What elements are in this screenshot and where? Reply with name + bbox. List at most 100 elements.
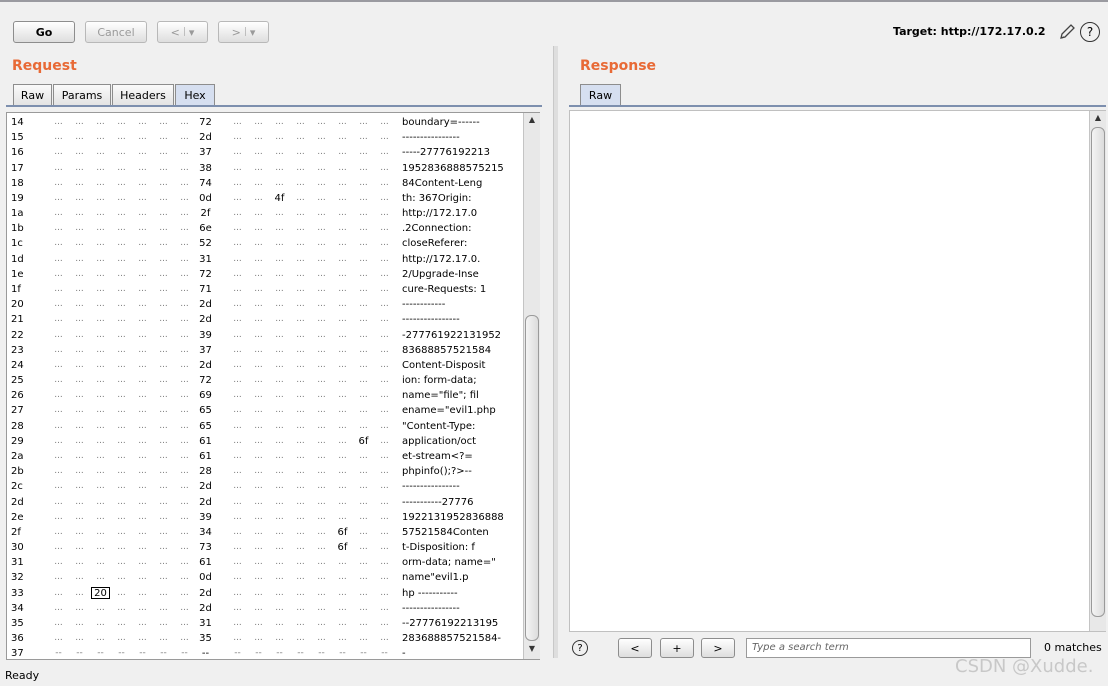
hex-cell[interactable]: ... [375,631,394,646]
hex-cell[interactable]: 74 [196,176,215,191]
hex-cell[interactable]: ... [333,282,352,297]
back-dropdown-icon[interactable]: ▾ [189,26,195,39]
hex-cell[interactable]: ... [228,343,247,358]
hex-cell[interactable]: ... [91,403,110,418]
hex-cell[interactable]: ... [291,161,310,176]
hex-cell[interactable]: ... [312,373,331,388]
hex-cell[interactable]: ... [112,267,131,282]
hex-cell[interactable]: ... [112,130,131,145]
hex-cell[interactable]: ... [133,115,152,130]
hex-cell[interactable]: ... [70,115,89,130]
hex-cell[interactable]: ... [354,161,373,176]
hex-cell[interactable]: -- [354,646,373,659]
hex-cell[interactable]: ... [133,328,152,343]
hex-cell[interactable]: -- [228,646,247,659]
edit-pencil-icon[interactable] [1058,22,1076,42]
response-scrollbar[interactable]: ▲ [1089,111,1106,631]
hex-cell[interactable]: 2d [196,586,215,601]
hex-cell[interactable]: ... [333,449,352,464]
hex-row[interactable]: 26..................... 69...............… [7,388,523,403]
hex-cell[interactable]: ... [175,312,194,327]
hex-cell[interactable]: ... [228,616,247,631]
hex-cell[interactable]: ... [312,267,331,282]
hex-cell[interactable]: ... [312,115,331,130]
hex-cell[interactable]: ... [91,191,110,206]
hex-cell[interactable]: ... [133,479,152,494]
hex-cell[interactable]: ... [270,161,289,176]
hex-cell[interactable]: ... [133,252,152,267]
response-scroll-thumb[interactable] [1091,127,1105,617]
hex-cell[interactable]: ... [228,206,247,221]
hex-cell[interactable]: ... [112,570,131,585]
hex-cell[interactable]: ... [333,464,352,479]
hex-cell[interactable]: ... [228,570,247,585]
hex-cell[interactable]: ... [354,297,373,312]
hex-cell[interactable]: ... [49,221,68,236]
hex-cell[interactable]: ... [228,419,247,434]
hex-cell[interactable]: ... [270,419,289,434]
hex-cell[interactable]: ... [91,145,110,160]
hex-cell[interactable]: ... [375,282,394,297]
hex-cell[interactable]: ... [70,601,89,616]
hex-cell[interactable]: ... [70,586,89,601]
hex-cell[interactable]: ... [112,297,131,312]
hex-cell[interactable]: ... [291,297,310,312]
hex-row[interactable]: 37 -- -- -- -- -- -- -- -- -- -- -- -- -- -- -- -- - [7,646,523,659]
hex-cell[interactable]: ... [91,510,110,525]
hex-cell[interactable]: ... [112,479,131,494]
hex-cell[interactable]: ... [175,449,194,464]
hex-cell[interactable]: ... [249,616,268,631]
hex-cell[interactable]: ... [270,601,289,616]
hex-cell[interactable]: ... [270,616,289,631]
hex-cell[interactable]: ... [228,373,247,388]
hex-row[interactable]: 36..................... 35...............… [7,631,523,646]
hex-cell[interactable]: ... [112,555,131,570]
hex-cell[interactable]: ... [70,297,89,312]
hex-cell[interactable]: ... [133,312,152,327]
scroll-down-icon[interactable]: ▼ [525,644,539,653]
hex-cell[interactable]: ... [354,555,373,570]
hex-cell[interactable]: ... [312,236,331,251]
hex-cell[interactable]: ... [312,206,331,221]
hex-cell[interactable]: ... [291,495,310,510]
hex-cell[interactable]: ... [70,525,89,540]
hex-cell[interactable]: ... [154,601,173,616]
hex-cell[interactable]: ... [154,312,173,327]
hex-cell[interactable]: ... [333,570,352,585]
hex-cell[interactable]: ... [249,525,268,540]
hex-cell[interactable]: ... [312,130,331,145]
hex-cell[interactable]: ... [375,221,394,236]
hex-cell[interactable]: ... [375,343,394,358]
tab-headers[interactable]: Headers [112,84,174,106]
hex-cell[interactable]: ... [70,570,89,585]
hex-cell[interactable]: ... [270,115,289,130]
hex-cell[interactable]: ... [133,388,152,403]
hex-cell[interactable]: ... [249,176,268,191]
hex-cell[interactable]: ... [228,221,247,236]
hex-cell[interactable]: ... [312,388,331,403]
hex-cell[interactable]: ... [270,176,289,191]
hex-cell[interactable]: -- [196,646,215,659]
hex-cell[interactable]: ... [291,191,310,206]
hex-cell[interactable]: ... [249,343,268,358]
hex-cell[interactable]: ... [228,555,247,570]
hex-cell[interactable]: ... [354,252,373,267]
hex-cell[interactable]: ... [291,206,310,221]
hex-cell[interactable]: ... [91,176,110,191]
hex-cell[interactable]: ... [112,236,131,251]
hex-cell[interactable]: ... [333,403,352,418]
hex-cell[interactable]: ... [270,130,289,145]
hex-cell[interactable]: ... [375,267,394,282]
hex-cell[interactable]: ... [49,145,68,160]
hex-cell[interactable]: ... [49,206,68,221]
hex-cell[interactable]: ... [112,388,131,403]
hex-cell[interactable]: ... [333,495,352,510]
hex-cell[interactable]: ... [91,373,110,388]
hex-cell[interactable]: ... [270,403,289,418]
hex-row[interactable]: 30..................... 73...............… [7,540,523,555]
hex-cell[interactable]: ... [249,601,268,616]
hex-cell[interactable]: ... [333,388,352,403]
hex-cell[interactable]: ... [249,191,268,206]
hex-cell[interactable]: ... [291,403,310,418]
hex-cell[interactable]: ... [375,328,394,343]
